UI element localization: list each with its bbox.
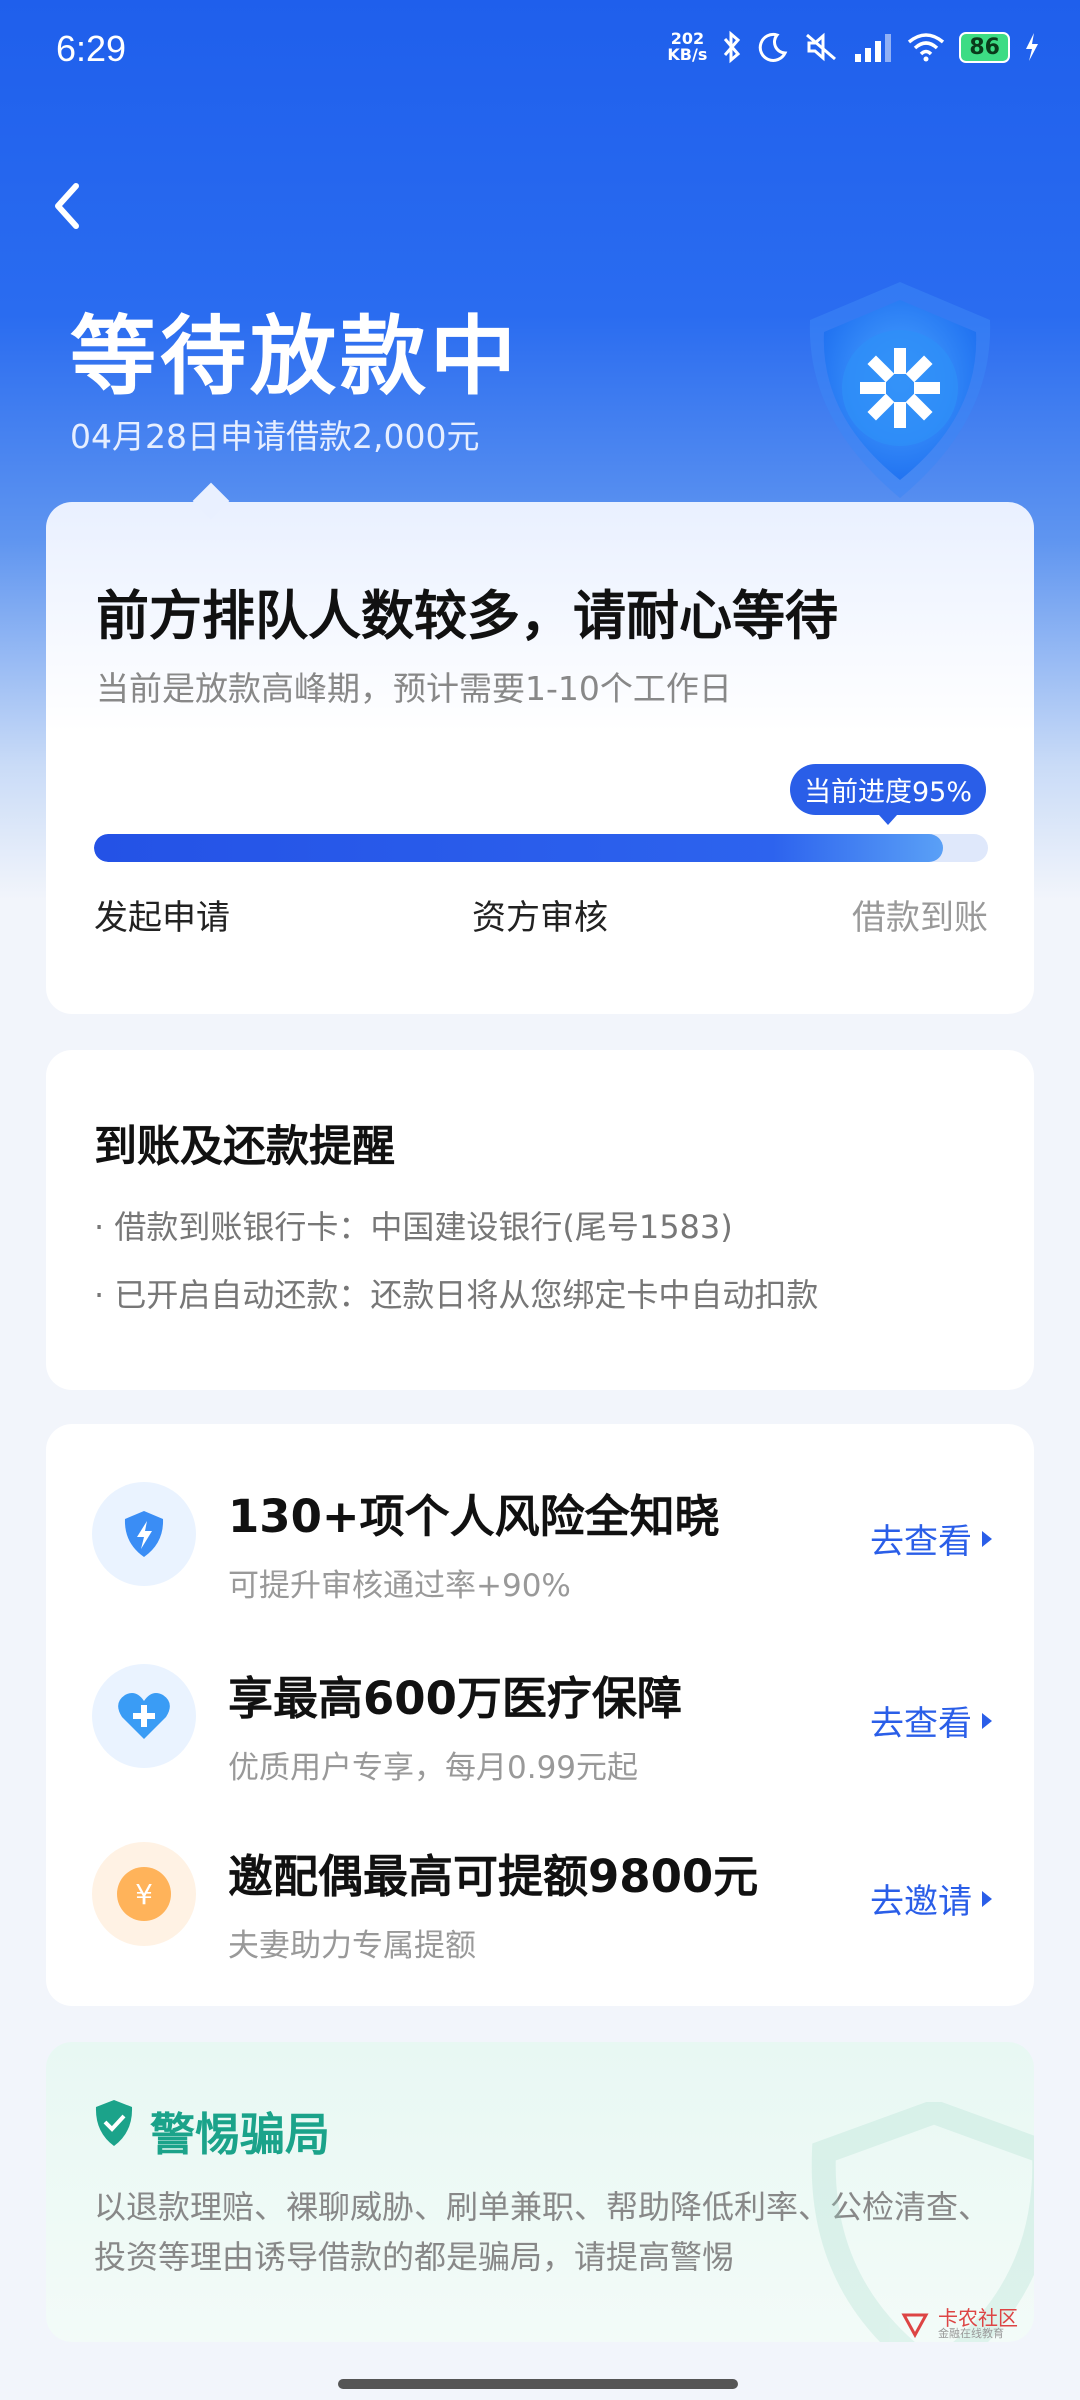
play-arrow-icon <box>982 1712 992 1729</box>
status-badge-graphic <box>780 270 1020 510</box>
home-indicator[interactable] <box>338 2379 738 2389</box>
battery-indicator: 86 <box>959 31 1010 63</box>
play-arrow-icon <box>982 1530 992 1547</box>
service-medical-insurance[interactable]: 享最高600万医疗保障 优质用户专享，每月0.99元起 去查看 <box>46 1646 1034 1816</box>
logo-icon <box>901 2313 929 2339</box>
charging-icon <box>1026 33 1038 61</box>
invite-button[interactable]: 去邀请 <box>870 1874 992 1923</box>
page-title: 等待放款中 <box>70 307 520 407</box>
service-subtitle: 可提升审核通过率+90% <box>228 1568 571 1604</box>
shield-bolt-icon <box>92 1482 196 1586</box>
service-risk-report[interactable]: 130+项个人风险全知晓 可提升审核通过率+90% 去查看 <box>46 1464 1034 1634</box>
step-review: 资方审核 <box>472 898 608 938</box>
view-button[interactable]: 去查看 <box>870 1514 992 1563</box>
fraud-warning-card: 警惕骗局 以退款理赔、裸聊威胁、刷单兼职、帮助降低利率、公检清查、投资等理由诱导… <box>46 2042 1034 2342</box>
reminder-title: 到账及还款提醒 <box>94 1122 395 1172</box>
reminder-card: 到账及还款提醒 · 借款到账银行卡：中国建设银行(尾号1583) · 已开启自动… <box>46 1050 1034 1390</box>
services-card: 130+项个人风险全知晓 可提升审核通过率+90% 去查看 享最高600万医疗保… <box>46 1424 1034 2006</box>
service-title: 享最高600万医疗保障 <box>228 1672 682 1725</box>
yen-coin-icon: ¥ <box>92 1842 196 1946</box>
queue-title: 前方排队人数较多，请耐心等待 <box>96 586 838 647</box>
auto-repay-info: · 已开启自动还款：还款日将从您绑定卡中自动扣款 <box>94 1276 819 1314</box>
loan-application-summary: 04月28日申请借款2,000元 <box>70 417 480 456</box>
step-apply: 发起申请 <box>94 898 230 938</box>
mute-icon <box>806 32 837 62</box>
view-button[interactable]: 去查看 <box>870 1696 992 1745</box>
progress-track <box>94 834 988 862</box>
signal-icon <box>855 34 892 62</box>
status-bar: 6:29 202 KB/s 86 <box>0 0 1080 100</box>
shield-logo-icon <box>809 282 991 498</box>
bank-card-info: · 借款到账银行卡：中国建设银行(尾号1583) <box>94 1208 733 1246</box>
bluetooth-icon <box>724 30 741 64</box>
service-subtitle: 夫妻助力专属提额 <box>228 1928 476 1964</box>
progress-tooltip: 当前进度95% <box>790 764 987 825</box>
step-disbursed: 借款到账 <box>852 898 988 938</box>
fraud-warning-title: 警惕骗局 <box>150 2108 331 2161</box>
heart-plus-icon <box>92 1664 196 1768</box>
moon-icon <box>759 32 788 62</box>
status-time: 6:29 <box>56 28 127 69</box>
svg-text:¥: ¥ <box>135 1878 153 1911</box>
site-watermark: 卡农社区 金融在线教育 <box>900 2308 1018 2340</box>
network-speed: 202 KB/s <box>667 29 708 64</box>
service-spouse-invite[interactable]: ¥ 邀配偶最高可提额9800元 夫妻助力专属提额 去邀请 <box>46 1824 1034 1994</box>
play-arrow-icon <box>982 1890 992 1907</box>
chevron-left-icon <box>55 183 79 229</box>
status-icons: 202 KB/s 86 <box>667 30 1040 64</box>
shield-check-icon <box>95 2100 133 2146</box>
progress-card: 前方排队人数较多，请耐心等待 当前是放款高峰期，预计需要1-10个工作日 当前进… <box>46 482 1034 1014</box>
service-title: 130+项个人风险全知晓 <box>228 1490 720 1543</box>
wifi-icon <box>908 33 945 62</box>
queue-subtitle: 当前是放款高峰期，预计需要1-10个工作日 <box>96 669 732 708</box>
service-title: 邀配偶最高可提额9800元 <box>228 1850 759 1903</box>
service-subtitle: 优质用户专享，每月0.99元起 <box>228 1750 639 1786</box>
back-button[interactable] <box>44 178 92 234</box>
progress-fill <box>94 834 944 862</box>
